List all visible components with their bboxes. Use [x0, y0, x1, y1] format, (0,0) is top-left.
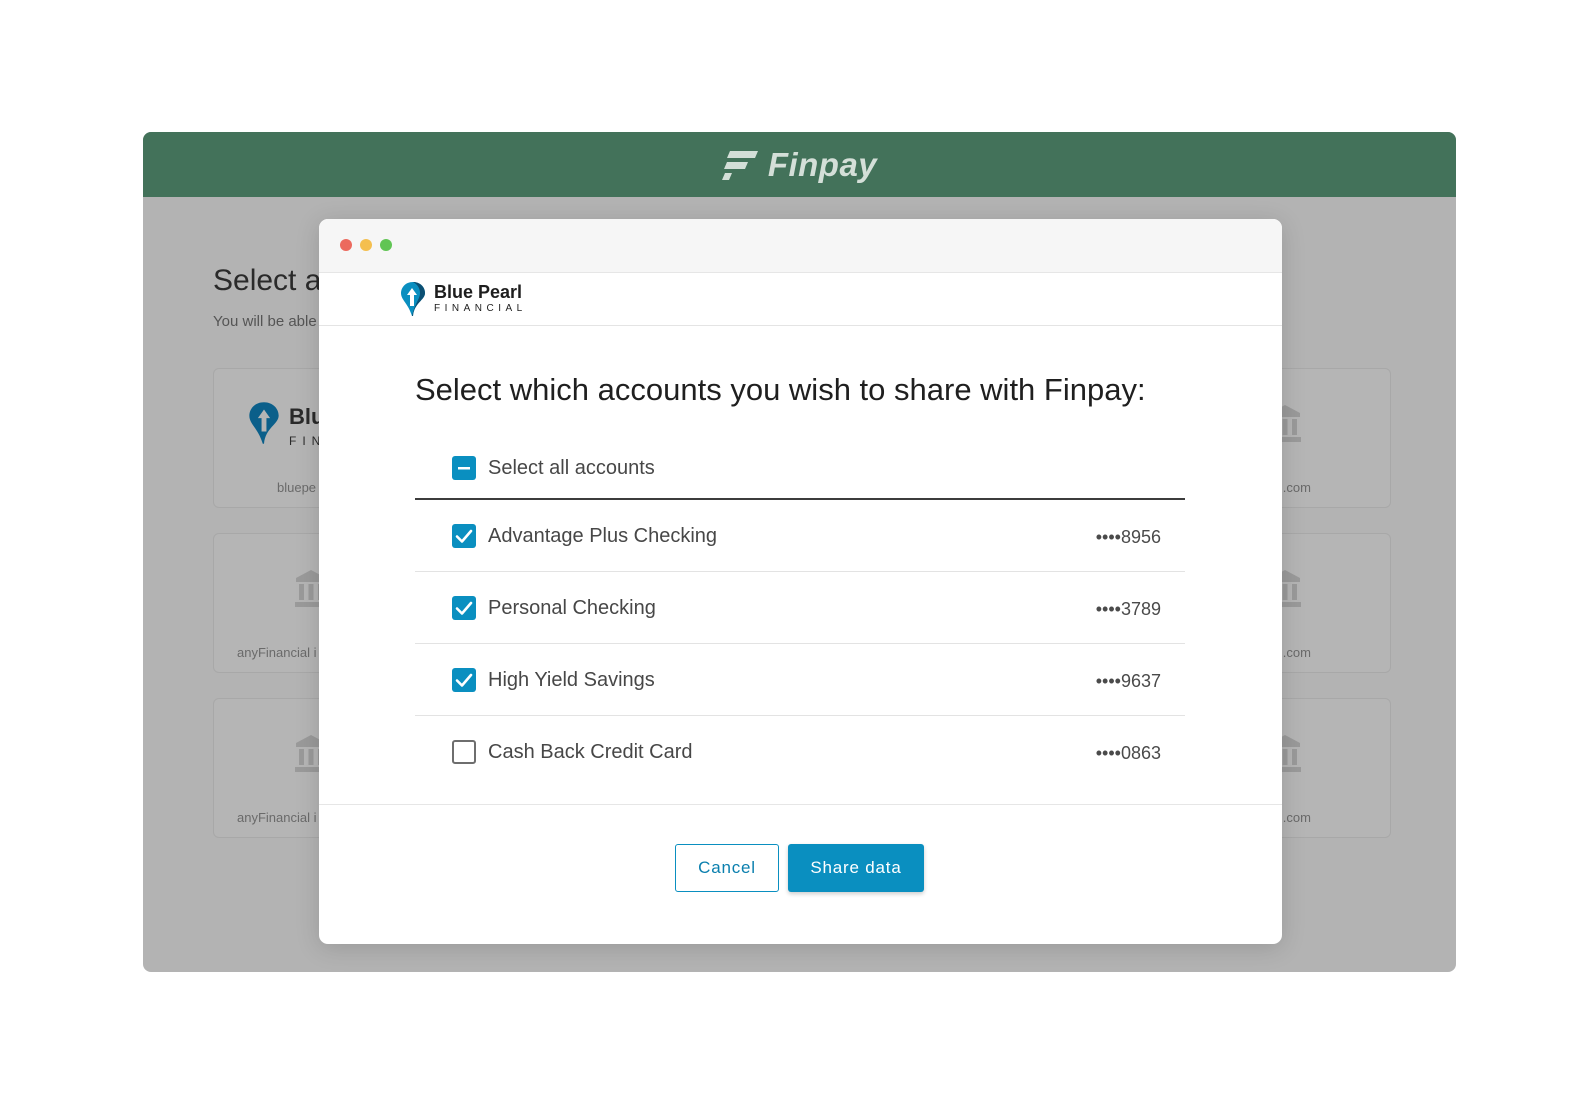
blue-pearl-logo-icon [249, 402, 279, 444]
account-row[interactable]: Advantage Plus Checking ••••8956 [415, 500, 1185, 572]
cancel-button[interactable]: Cancel [675, 844, 779, 892]
account-checkbox[interactable] [452, 596, 476, 620]
blue-pearl-logo-icon [401, 282, 425, 316]
minimize-window-dot[interactable] [360, 239, 372, 251]
account-row[interactable]: Personal Checking ••••3789 [415, 572, 1185, 644]
bank-card-label: anyFinancial i [237, 810, 317, 825]
minus-icon [458, 467, 470, 470]
modal-heading: Select which accounts you wish to share … [415, 372, 1146, 407]
account-row[interactable]: High Yield Savings ••••9637 [415, 644, 1185, 716]
account-checkbox[interactable] [452, 524, 476, 548]
account-checkbox[interactable] [452, 668, 476, 692]
checkmark-icon [455, 529, 473, 543]
background-page-subtitle: You will be able [213, 313, 317, 330]
modal-footer: Cancel Share data [319, 804, 1282, 944]
brand-name: Finpay [767, 145, 878, 183]
select-all-checkbox[interactable] [452, 456, 476, 480]
account-number-mask: ••••3789 [1095, 599, 1161, 619]
account-number-mask: ••••8956 [1095, 527, 1161, 547]
background-page-title: Select a [213, 264, 322, 297]
maximize-window-dot[interactable] [380, 239, 392, 251]
select-all-row[interactable]: Select all accounts [415, 439, 1185, 500]
bank-brand-bar: Blue Pearl FINANCIAL [319, 273, 1282, 326]
bank-card-label: anyFinancial i [237, 645, 317, 660]
bank-subtitle: FINANCIAL [434, 303, 527, 314]
finpay-logo-icon [721, 150, 758, 180]
account-name: Cash Back Credit Card [488, 741, 693, 763]
app-header: Finpay [143, 132, 1456, 197]
finpay-brand: Finpay [721, 145, 878, 184]
close-window-dot[interactable] [340, 239, 352, 251]
checkmark-icon [455, 673, 473, 687]
account-number-mask: ••••9637 [1095, 671, 1161, 691]
account-name: Personal Checking [488, 597, 656, 619]
account-name: High Yield Savings [488, 669, 655, 691]
account-row[interactable]: Cash Back Credit Card ••••0863 [415, 716, 1185, 787]
select-all-label: Select all accounts [488, 457, 655, 479]
share-data-button[interactable]: Share data [788, 844, 924, 892]
window-titlebar [319, 219, 1282, 273]
account-list: Advantage Plus Checking ••••8956 Persona… [415, 500, 1185, 787]
checkmark-icon [455, 601, 473, 615]
bank-name: Blue Pearl [434, 282, 523, 302]
account-name: Advantage Plus Checking [488, 525, 718, 547]
account-checkbox[interactable] [452, 740, 476, 764]
bank-card-label: bluepe [277, 480, 317, 495]
account-number-mask: ••••0863 [1095, 743, 1161, 763]
account-share-modal: Blue Pearl FINANCIAL Select which accoun… [319, 219, 1282, 944]
